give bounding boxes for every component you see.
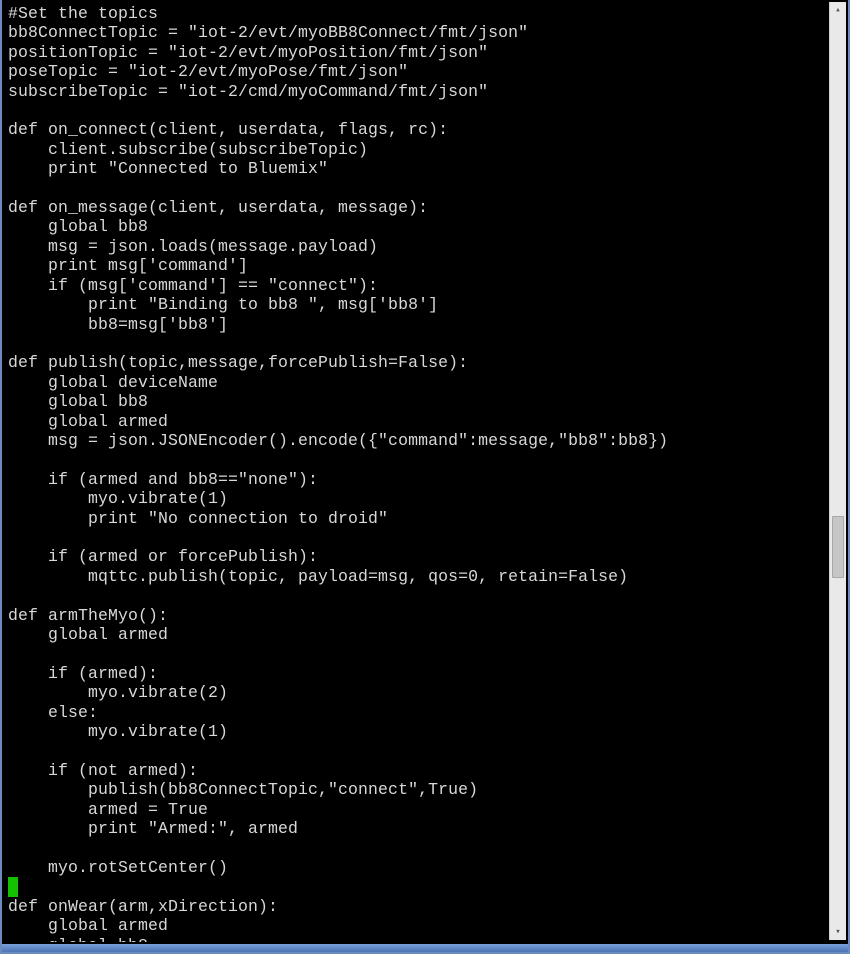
- text-cursor: [8, 877, 18, 896]
- scroll-up-arrow-icon[interactable]: ▴: [830, 2, 846, 18]
- scroll-thumb[interactable]: [832, 516, 844, 578]
- window-bottom-border: [2, 944, 848, 952]
- terminal-window: #Set the topics bb8ConnectTopic = "iot-2…: [0, 0, 850, 954]
- code-editor[interactable]: #Set the topics bb8ConnectTopic = "iot-2…: [2, 0, 830, 942]
- scroll-track[interactable]: [830, 18, 846, 924]
- code-text-after: def onWear(arm,xDirection): global armed…: [8, 897, 478, 942]
- vertical-scrollbar[interactable]: ▴ ▾: [829, 2, 846, 940]
- scroll-down-arrow-icon[interactable]: ▾: [830, 924, 846, 940]
- code-text: #Set the topics bb8ConnectTopic = "iot-2…: [8, 4, 668, 877]
